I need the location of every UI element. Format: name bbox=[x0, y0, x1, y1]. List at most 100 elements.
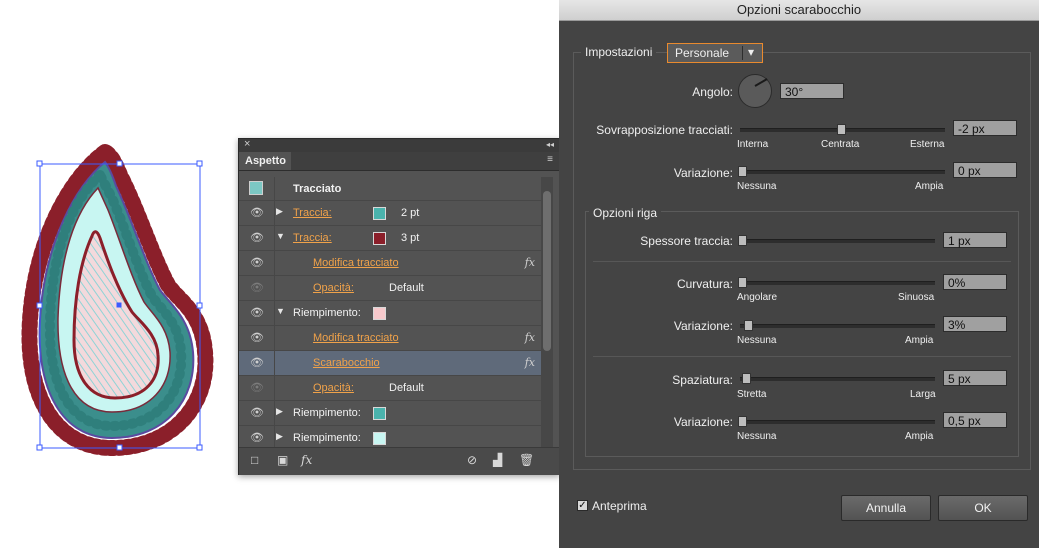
panel-scrollbar[interactable] bbox=[541, 177, 553, 447]
color-swatch[interactable] bbox=[373, 232, 386, 245]
overlap-variation-thumb[interactable] bbox=[738, 166, 747, 177]
expanded-triangle-icon[interactable]: ▼ bbox=[276, 306, 285, 316]
panel-menu-icon[interactable]: ≡ bbox=[547, 154, 553, 165]
angle-dial-needle bbox=[754, 78, 768, 87]
stroke-width-track[interactable] bbox=[740, 239, 935, 243]
preset-dropdown[interactable]: Personale ▾ bbox=[667, 43, 763, 63]
appearance-row-effect[interactable]: 👁 Modifica tracciato fx bbox=[239, 251, 541, 276]
tab-aspetto[interactable]: Aspetto bbox=[239, 152, 291, 170]
panel-tab-row: Aspetto ≡ bbox=[239, 152, 559, 171]
appearance-panel: × ◂◂ Aspetto ≡ Tracciato 👁 ▶ Traccia: 2 pt 👁… bbox=[238, 138, 560, 475]
duplicate-item-icon[interactable]: ▟ bbox=[493, 453, 502, 467]
collapsed-triangle-icon[interactable]: ▶ bbox=[276, 431, 283, 442]
panel-bottom-toolbar: □ ▣ fx ⊘ ▟ 🗑 bbox=[239, 447, 559, 475]
stroke-width-thumb[interactable] bbox=[738, 235, 747, 246]
appearance-attribute-label[interactable]: Opacità: bbox=[313, 382, 354, 394]
curviness-thumb[interactable] bbox=[738, 277, 747, 288]
appearance-row-fill[interactable]: 👁 ▶ Riempimento: bbox=[239, 401, 541, 426]
overlap-variation-input[interactable]: 0 px bbox=[953, 162, 1017, 178]
collapsed-triangle-icon[interactable]: ▶ bbox=[276, 406, 283, 417]
expanded-triangle-icon[interactable]: ▼ bbox=[276, 231, 285, 241]
overlap-input[interactable]: -2 px bbox=[953, 120, 1017, 136]
visibility-eye-icon[interactable]: 👁 bbox=[247, 282, 267, 294]
appearance-attribute-label[interactable]: Scarabocchio bbox=[313, 357, 380, 369]
visibility-eye-icon[interactable]: 👁 bbox=[247, 207, 267, 219]
delete-item-icon[interactable]: 🗑 bbox=[519, 453, 534, 467]
visibility-eye-icon[interactable]: 👁 bbox=[247, 332, 267, 344]
angle-input[interactable]: 30° bbox=[780, 83, 844, 99]
panel-titlebar[interactable]: × ◂◂ bbox=[239, 138, 559, 152]
appearance-row-effect[interactable]: 👁 Modifica tracciato fx bbox=[239, 326, 541, 351]
appearance-attribute-label[interactable]: Modifica tracciato bbox=[313, 332, 399, 344]
fx-icon[interactable]: fx bbox=[525, 256, 535, 269]
visibility-eye-icon[interactable]: 👁 bbox=[247, 382, 267, 394]
visibility-eye-icon[interactable]: 👁 bbox=[247, 357, 267, 369]
appearance-row-opacity[interactable]: 👁 Opacità: Default bbox=[239, 376, 541, 401]
appearance-list: Tracciato 👁 ▶ Traccia: 2 pt 👁 ▼ Traccia: 3 pt 👁 M… bbox=[239, 177, 541, 451]
scrollbar-thumb[interactable] bbox=[543, 191, 551, 351]
appearance-row-stroke[interactable]: 👁 ▼ Traccia: 3 pt bbox=[239, 226, 541, 251]
spacing-track[interactable] bbox=[740, 377, 935, 381]
add-effect-icon[interactable]: fx bbox=[301, 453, 312, 467]
spacing-label: Spaziatura: bbox=[672, 373, 733, 387]
spacing-variation-thumb[interactable] bbox=[738, 416, 747, 427]
appearance-attribute-label[interactable]: Traccia: bbox=[293, 232, 332, 244]
close-icon[interactable]: × bbox=[244, 138, 250, 150]
attribute-value: Default bbox=[389, 382, 424, 394]
fx-icon[interactable]: fx bbox=[525, 356, 535, 369]
appearance-row-fill[interactable]: 👁 ▼ Riempimento: bbox=[239, 301, 541, 326]
stroke-width-input[interactable]: 1 px bbox=[943, 232, 1007, 248]
curviness-variation-track[interactable] bbox=[740, 324, 935, 328]
fx-icon[interactable]: fx bbox=[525, 331, 535, 344]
color-swatch[interactable] bbox=[373, 407, 386, 420]
appearance-attribute-label[interactable]: Opacità: bbox=[313, 282, 354, 294]
visibility-eye-icon[interactable]: 👁 bbox=[247, 232, 267, 244]
spacing-input[interactable]: 5 px bbox=[943, 370, 1007, 386]
overlap-variation-track[interactable] bbox=[740, 170, 945, 174]
spacing-variation-label: Variazione: bbox=[673, 415, 733, 429]
preview-checkbox[interactable]: ✓ bbox=[577, 500, 588, 511]
curviness-variation-input[interactable]: 3% bbox=[943, 316, 1007, 332]
curviness-variation-thumb[interactable] bbox=[744, 320, 753, 331]
curviness-min-label: Angolare bbox=[737, 292, 778, 303]
color-swatch[interactable] bbox=[373, 307, 386, 320]
line-options-label: Opzioni riga bbox=[589, 206, 662, 220]
preset-value: Personale bbox=[675, 46, 730, 60]
clear-appearance-icon[interactable]: ⊘ bbox=[467, 453, 477, 467]
collapsed-triangle-icon[interactable]: ▶ bbox=[276, 206, 283, 217]
curviness-variation-label: Variazione: bbox=[673, 319, 733, 333]
collapse-icon[interactable]: ◂◂ bbox=[546, 140, 554, 149]
curviness-input[interactable]: 0% bbox=[943, 274, 1007, 290]
visibility-eye-icon[interactable]: 👁 bbox=[247, 432, 267, 444]
visibility-eye-icon[interactable]: 👁 bbox=[247, 257, 267, 269]
curviness-track[interactable] bbox=[740, 281, 935, 285]
scribble-options-dialog: Opzioni scarabocchio Impostazioni Person… bbox=[559, 0, 1039, 548]
curviness-variation-min-label: Nessuna bbox=[737, 335, 777, 346]
visibility-eye-icon[interactable]: 👁 bbox=[247, 307, 267, 319]
cancel-button[interactable]: Annulla bbox=[841, 495, 931, 521]
ok-button[interactable]: OK bbox=[938, 495, 1028, 521]
appearance-row-stroke[interactable]: 👁 ▶ Traccia: 2 pt bbox=[239, 201, 541, 226]
visibility-eye-icon[interactable]: 👁 bbox=[247, 407, 267, 419]
appearance-attribute-label[interactable]: Traccia: bbox=[293, 207, 332, 219]
paisley-artwork[interactable] bbox=[21, 142, 214, 457]
angle-dial[interactable] bbox=[738, 74, 772, 108]
appearance-attribute-label[interactable]: Modifica tracciato bbox=[313, 257, 399, 269]
spacing-variation-input[interactable]: 0,5 px bbox=[943, 412, 1007, 428]
overlap-variation-min-label: Nessuna bbox=[737, 181, 777, 192]
add-new-fill-icon[interactable]: ▣ bbox=[277, 453, 288, 467]
appearance-header[interactable]: Tracciato bbox=[239, 177, 541, 201]
settings-label: Impostazioni bbox=[581, 45, 657, 59]
overlap-slider-thumb[interactable] bbox=[837, 124, 846, 135]
overlap-variation-max-label: Ampia bbox=[915, 181, 944, 192]
chevron-down-icon: ▾ bbox=[748, 45, 755, 59]
appearance-row-opacity[interactable]: 👁 Opacità: Default bbox=[239, 276, 541, 301]
add-new-stroke-icon[interactable]: □ bbox=[251, 453, 258, 467]
appearance-row-effect[interactable]: 👁 Scarabocchio fx bbox=[239, 351, 541, 376]
color-swatch[interactable] bbox=[373, 207, 386, 220]
color-swatch[interactable] bbox=[373, 432, 386, 445]
preview-label[interactable]: Anteprima bbox=[592, 499, 647, 513]
spacing-variation-track[interactable] bbox=[740, 420, 935, 424]
spacing-thumb[interactable] bbox=[742, 373, 751, 384]
separator bbox=[593, 356, 1011, 357]
